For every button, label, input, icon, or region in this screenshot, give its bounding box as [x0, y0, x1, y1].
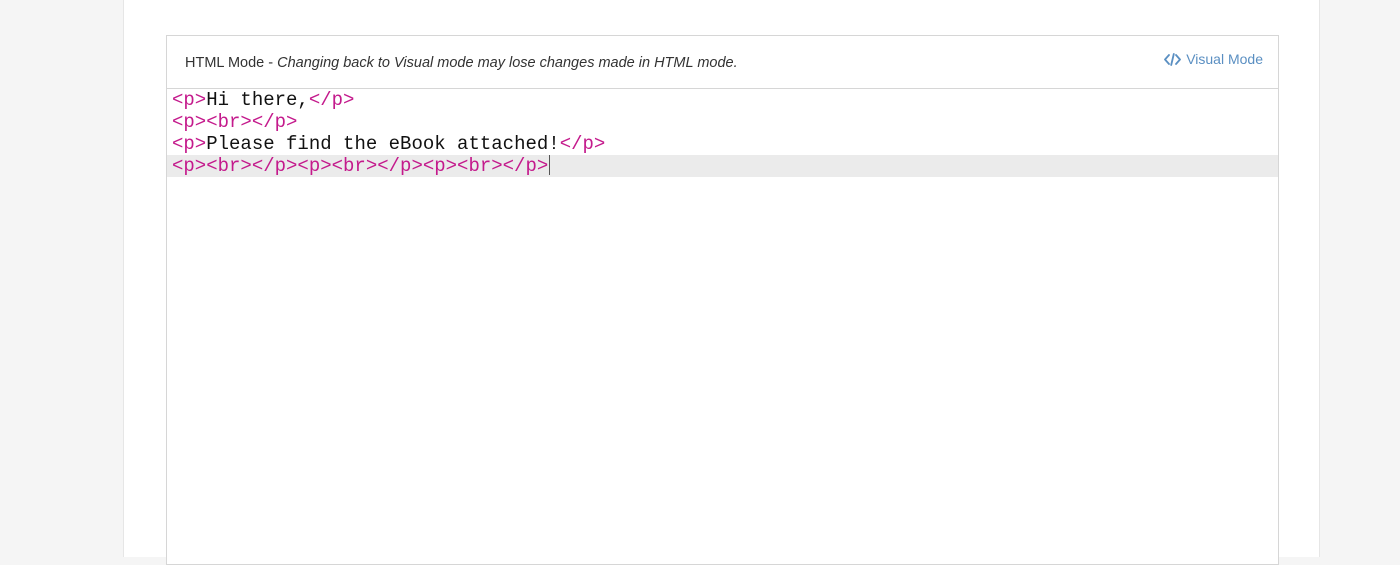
code-tag-token: <p> [172, 89, 207, 111]
visual-mode-button[interactable]: Visual Mode [1164, 51, 1263, 67]
mode-label: HTML Mode - [185, 55, 278, 71]
html-editor: HTML Mode - Changing back to Visual mode… [166, 35, 1279, 565]
visual-mode-label: Visual Mode [1186, 51, 1263, 67]
text-cursor [549, 155, 551, 175]
code-line[interactable]: <p><br></p><p><br></p><p><br></p> [167, 155, 1278, 177]
code-text-token: Hi there, [206, 89, 309, 111]
code-text-token: Please find the eBook attached! [206, 133, 560, 155]
code-textarea[interactable]: <p>Hi there,</p> <p><br></p> <p>Please fin… [167, 89, 1278, 177]
code-tag-token: </p> [559, 133, 606, 155]
code-tag-token: <p><br></p><p><br></p><p><br></p> [172, 155, 549, 177]
code-tag-token: <p> [172, 133, 207, 155]
code-icon [1164, 52, 1182, 66]
code-tag-token: <p><br></p> [172, 111, 298, 133]
code-tag-token: </p> [308, 89, 355, 111]
mode-warning: Changing back to Visual mode may lose ch… [277, 55, 738, 71]
code-line[interactable]: <p>Please find the eBook attached!</p> [167, 133, 1278, 155]
code-line[interactable]: <p>Hi there,</p> [167, 89, 1278, 111]
mode-notice: HTML Mode - Changing back to Visual mode… [185, 55, 738, 71]
editor-header: HTML Mode - Changing back to Visual mode… [167, 36, 1278, 89]
code-line[interactable]: <p><br></p> [167, 111, 1278, 133]
